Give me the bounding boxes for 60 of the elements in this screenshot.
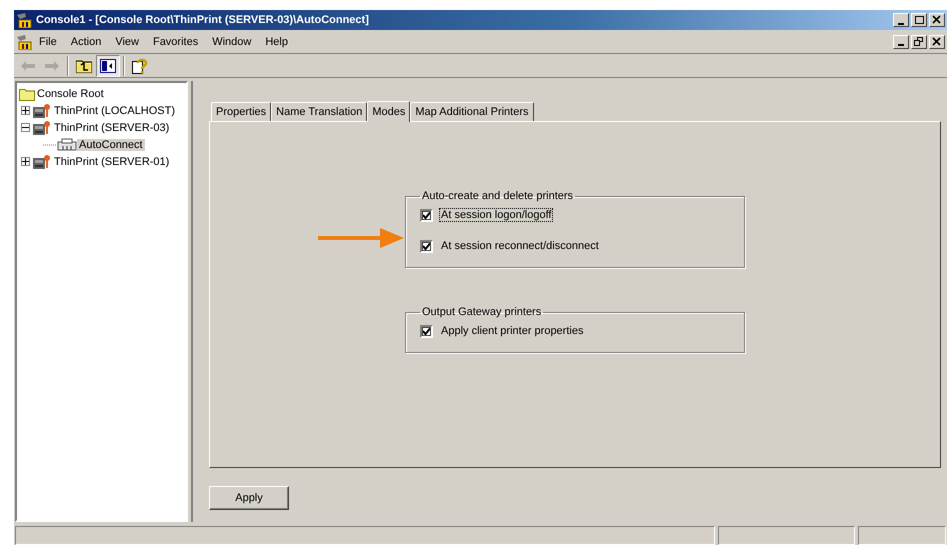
- printer-server-icon: [32, 102, 52, 118]
- apply-button[interactable]: Apply: [209, 486, 289, 510]
- collapse-toggle[interactable]: [21, 123, 30, 132]
- checkbox-label[interactable]: Apply client printer properties: [439, 324, 586, 338]
- tree-line: [43, 144, 57, 146]
- close-button[interactable]: [929, 34, 945, 48]
- expand-toggle[interactable]: [21, 106, 30, 115]
- back-arrow-icon: [21, 60, 35, 70]
- minus-icon: [22, 124, 29, 131]
- checkbox[interactable]: [420, 240, 433, 252]
- maximize-button[interactable]: [911, 13, 927, 27]
- minimize-button[interactable]: [893, 13, 909, 27]
- tree-item[interactable]: ThinPrint (SERVER-03): [52, 122, 172, 134]
- restore-icon: [914, 36, 924, 46]
- maximize-icon: [914, 15, 924, 25]
- forward-arrow-icon: [45, 60, 59, 70]
- folder-up-icon: [76, 58, 92, 72]
- tab[interactable]: Properties: [211, 102, 272, 121]
- checkbox[interactable]: [420, 324, 433, 338]
- tree-item[interactable]: Console Root: [35, 88, 106, 100]
- minimize-button[interactable]: [893, 34, 909, 48]
- menu-item[interactable]: Action: [64, 36, 108, 48]
- tab[interactable]: Map Additional Printers: [410, 102, 534, 121]
- printer-icon: [57, 138, 77, 152]
- checkbox[interactable]: [420, 208, 433, 222]
- menu-item[interactable]: View: [108, 36, 146, 48]
- menu-item[interactable]: Window: [205, 36, 258, 48]
- plus-icon: [22, 158, 29, 165]
- menu-item[interactable]: File: [32, 36, 64, 48]
- close-icon: [932, 15, 942, 25]
- menu-item[interactable]: Favorites: [146, 36, 206, 48]
- window-title: Console1 - [Console Root\ThinPrint (SERVER-03)\AutoConnect]: [36, 14, 370, 26]
- printer-server-icon: [32, 120, 52, 136]
- tree-button[interactable]: [96, 54, 120, 76]
- close-icon: [932, 36, 942, 46]
- expand-toggle[interactable]: [21, 157, 30, 166]
- tree-pane-icon: [100, 58, 116, 72]
- folder-icon: [19, 86, 35, 100]
- close-button[interactable]: [929, 13, 945, 27]
- plus-icon: [22, 107, 29, 114]
- group-title: Auto-create and delete printers: [421, 190, 574, 202]
- console-icon: [16, 12, 32, 28]
- tree-item[interactable]: ThinPrint (LOCALHOST): [52, 104, 178, 116]
- minimize-icon: [898, 44, 904, 46]
- tree-item[interactable]: AutoConnect: [77, 138, 145, 150]
- checkbox-label[interactable]: At session logon/logoff: [439, 208, 554, 222]
- checkmark-icon: [422, 242, 431, 250]
- restore-button[interactable]: [911, 34, 927, 48]
- help-icon: [132, 58, 148, 74]
- group-title: Output Gateway printers: [421, 306, 542, 318]
- menu-item[interactable]: Help: [258, 36, 295, 48]
- checkbox-label[interactable]: At session reconnect/disconnect: [439, 239, 601, 253]
- minimize-icon: [898, 22, 904, 24]
- tab[interactable]: Name Translation: [271, 102, 368, 121]
- printer-server-icon: [32, 154, 52, 170]
- checkmark-icon: [422, 210, 431, 220]
- checkmark-icon: [422, 326, 431, 336]
- console-icon: [16, 34, 32, 50]
- tree-item[interactable]: ThinPrint (SERVER-01): [52, 156, 172, 168]
- tab[interactable]: Modes: [367, 101, 410, 122]
